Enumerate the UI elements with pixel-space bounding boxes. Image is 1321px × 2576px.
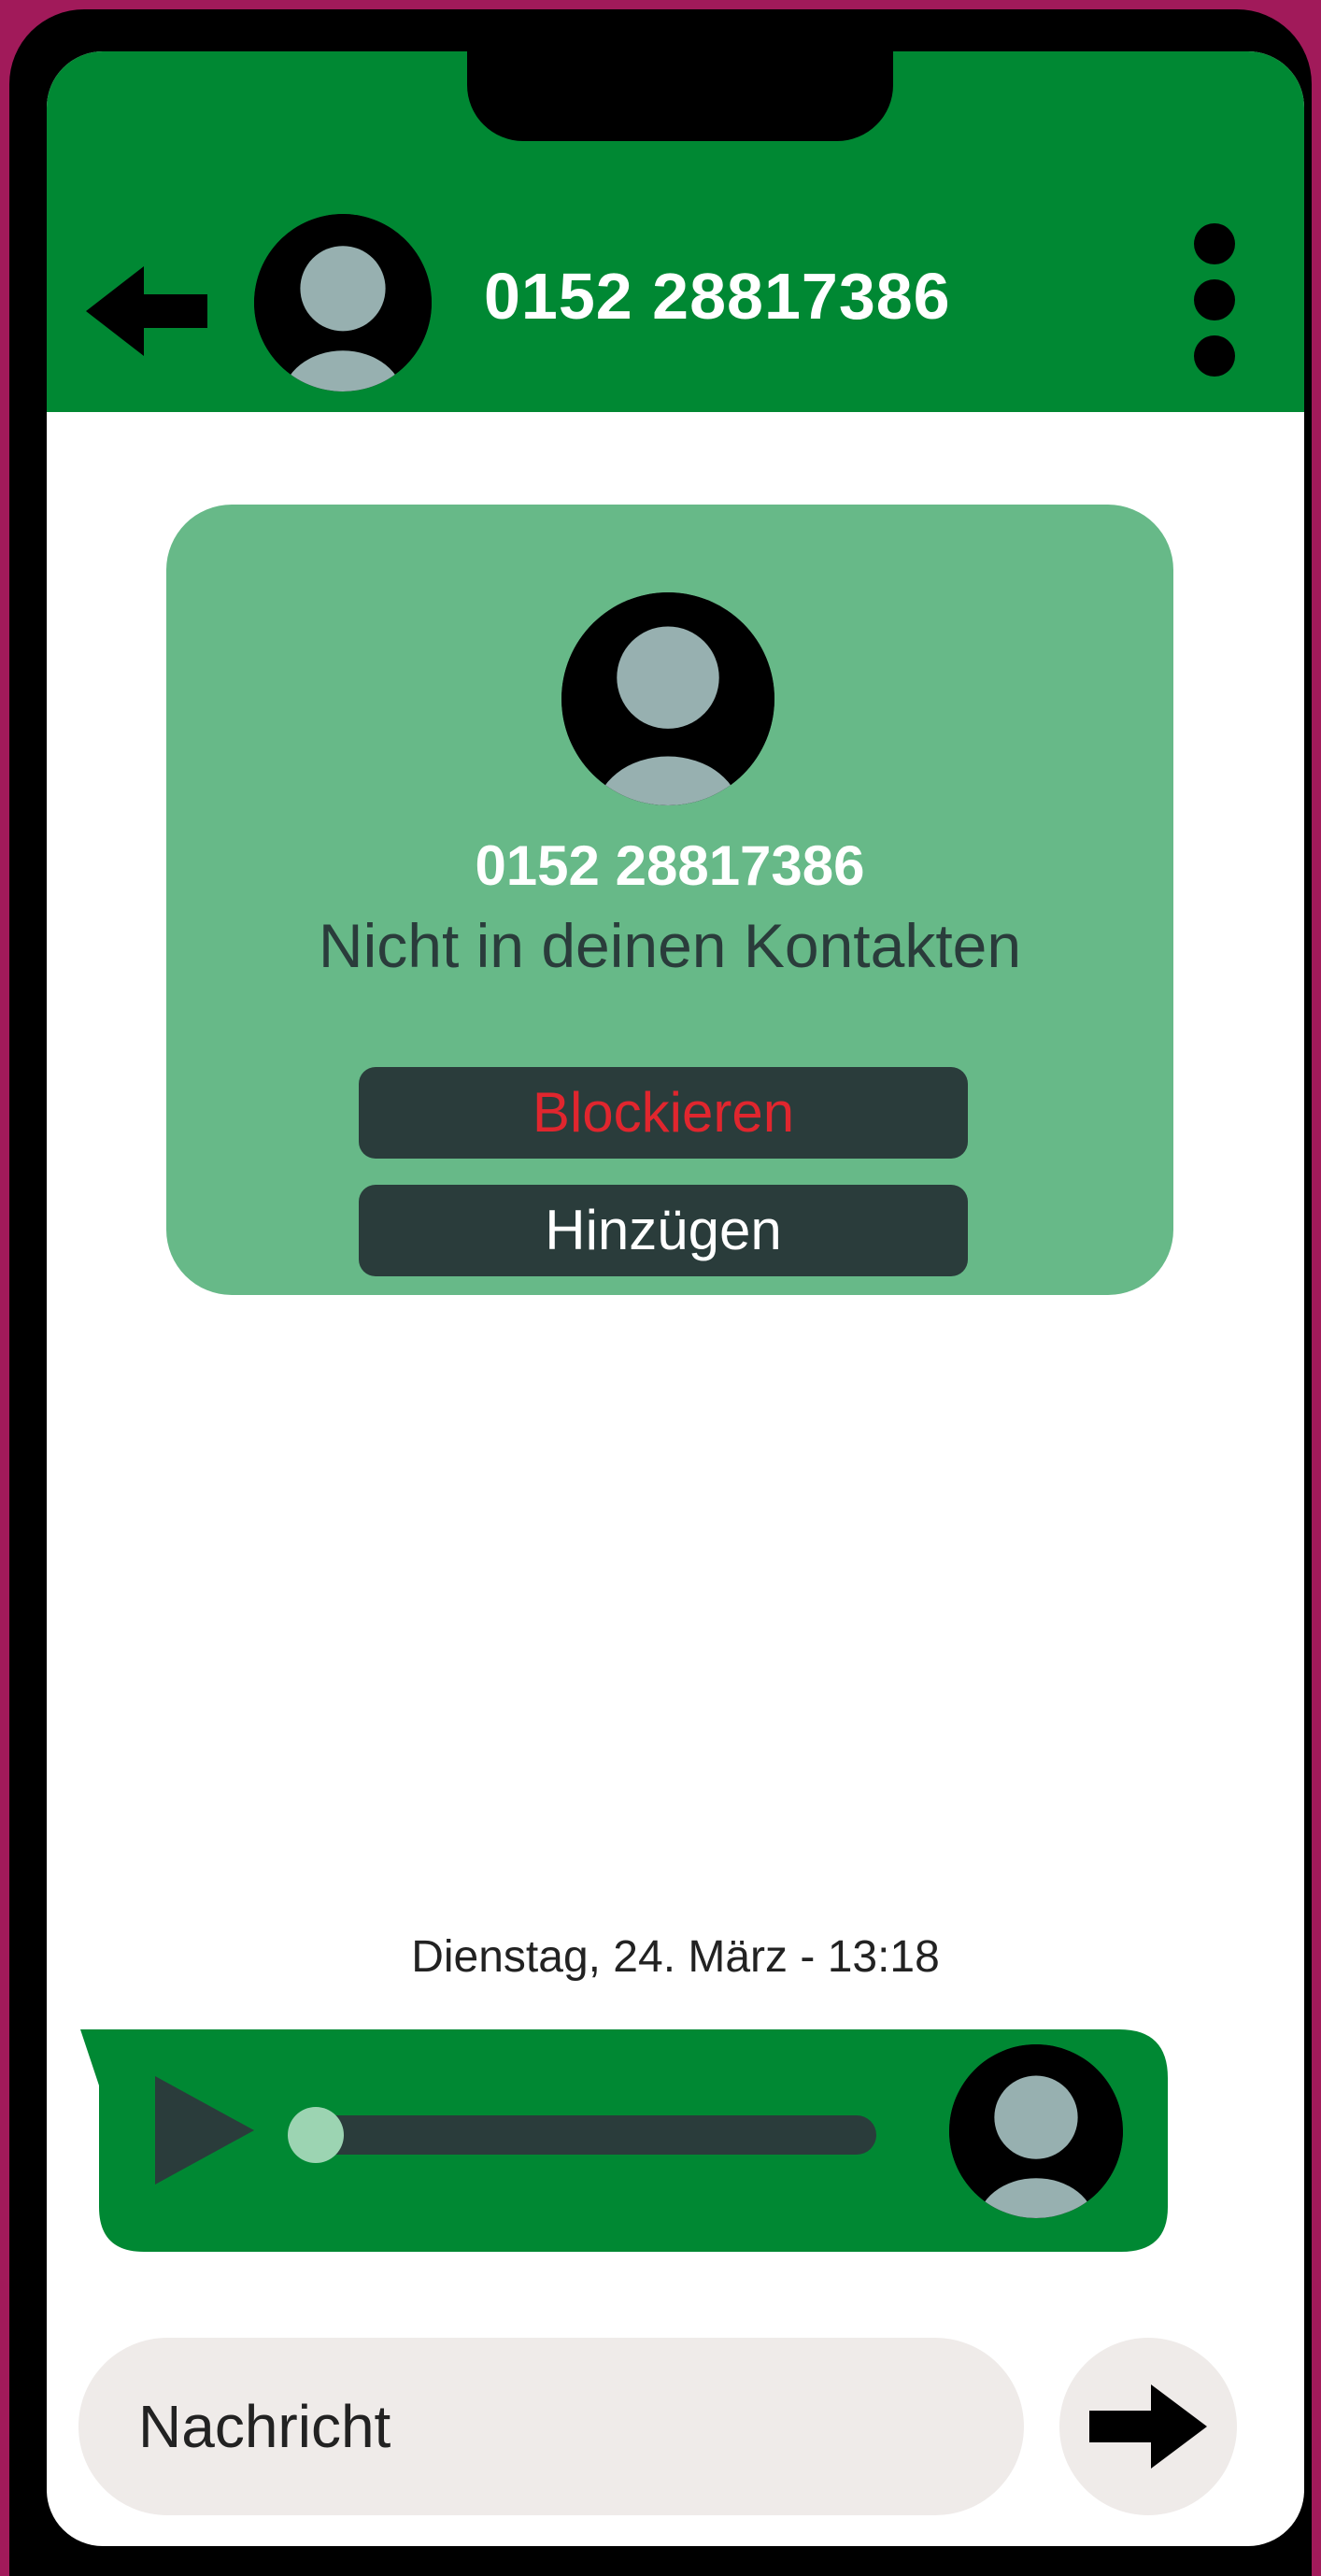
person-icon — [949, 2044, 1123, 2218]
contact-number: 0152 28817386 — [475, 834, 865, 897]
audio-progress-handle[interactable] — [288, 2107, 344, 2163]
phone-frame: 0152 28817386 0152 28817386 Nicht in dei… — [9, 9, 1312, 2576]
arrow-left-icon — [86, 266, 207, 356]
contact-avatar[interactable] — [254, 214, 432, 391]
message-timestamp: Dienstag, 24. März - 13:18 — [411, 1932, 940, 1982]
voice-message — [47, 2018, 1168, 2252]
chat-title: 0152 28817386 — [484, 260, 951, 333]
more-vertical-icon — [1194, 279, 1235, 320]
more-vertical-icon — [1194, 223, 1235, 264]
unknown-contact-card: 0152 28817386 Nicht in deinen Kontakten … — [166, 505, 1173, 1295]
contact-avatar — [561, 592, 774, 805]
chat-header: 0152 28817386 — [47, 51, 1304, 412]
more-vertical-icon — [1194, 335, 1235, 377]
arrow-right-icon — [1089, 2384, 1207, 2469]
phone-notch — [467, 51, 893, 141]
message-input[interactable] — [78, 2338, 1024, 2515]
sender-avatar — [949, 2044, 1123, 2218]
play-icon[interactable] — [155, 2076, 254, 2185]
add-contact-button[interactable]: Hinzügen — [359, 1185, 968, 1276]
person-icon — [561, 592, 774, 805]
contact-status: Nicht in deinen Kontakten — [318, 911, 1022, 980]
chat-screen: 0152 28817386 0152 28817386 Nicht in dei… — [47, 51, 1304, 2546]
audio-progress-track[interactable] — [288, 2107, 876, 2163]
person-icon — [254, 214, 432, 391]
block-button[interactable]: Blockieren — [359, 1067, 968, 1159]
send-button[interactable] — [1059, 2338, 1237, 2515]
more-options-button[interactable] — [1192, 223, 1237, 377]
back-button[interactable] — [86, 266, 207, 356]
